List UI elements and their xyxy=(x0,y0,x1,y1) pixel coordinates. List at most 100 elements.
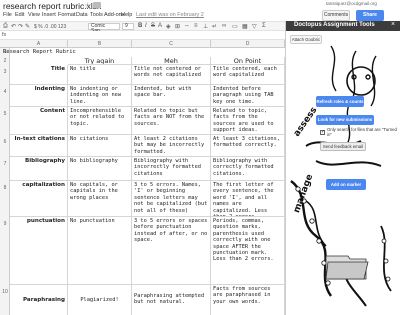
col-head-d[interactable]: D xyxy=(211,40,285,48)
rubric-cell[interactable]: Related to topic but facts are NOT from … xyxy=(132,107,211,135)
bold-icon[interactable]: B xyxy=(138,23,142,29)
doctopus-sidebar: Doctopus Assignment Tools × assess manag… xyxy=(285,21,400,315)
menu-view[interactable]: View xyxy=(28,12,40,18)
column-header-row: A B C D xyxy=(0,40,285,48)
star-icon[interactable]: ☆ xyxy=(84,1,91,10)
row-num[interactable]: 10 xyxy=(0,289,10,295)
menu-tools[interactable]: Tools xyxy=(90,12,103,18)
row-label-cell[interactable]: In-text citations xyxy=(10,135,68,157)
menu-edit[interactable]: Edit xyxy=(15,12,24,18)
col-head-b[interactable]: B xyxy=(68,40,132,48)
row-num[interactable]: 6 xyxy=(0,139,10,145)
comments-button[interactable]: Comments xyxy=(322,10,350,21)
col-head-c[interactable]: C xyxy=(132,40,211,48)
italic-icon[interactable]: I xyxy=(145,23,147,29)
octopus-illustration xyxy=(290,45,392,307)
fill-color-icon[interactable]: ◈ xyxy=(166,23,171,30)
rubric-cell[interactable]: 3 to 5 errors or spaces before punctuati… xyxy=(132,217,211,285)
row-label-cell[interactable]: Indenting xyxy=(10,85,68,107)
header-cell[interactable]: Meh xyxy=(132,57,211,65)
align-left-icon[interactable]: ≡ xyxy=(194,23,198,29)
refresh-roles-button[interactable]: Refresh roles & counts xyxy=(316,96,364,107)
rubric-cell[interactable]: Facts from sources are paraphrased in yo… xyxy=(211,285,285,315)
turned-in-label: Only search for files that are "Turned i… xyxy=(327,127,397,137)
formula-bar[interactable]: fx xyxy=(0,31,285,40)
paint-format-icon[interactable]: ✎ xyxy=(25,23,30,30)
header-cell[interactable]: On Point xyxy=(211,57,285,65)
menu-file[interactable]: File xyxy=(3,12,12,18)
last-edit-link[interactable]: Last edit was on February 2 xyxy=(136,12,204,18)
borders-icon[interactable]: ⊞ xyxy=(175,23,180,30)
row-label-cell[interactable]: punctuation xyxy=(10,217,68,285)
rubric-cell[interactable]: At least 3 citations, formatted correctl… xyxy=(211,135,285,157)
merge-icon[interactable]: ⇔ xyxy=(184,23,190,29)
menu-insert[interactable]: Insert xyxy=(42,12,56,18)
row-num[interactable]: 8 xyxy=(0,185,10,191)
row-num[interactable]: 9 xyxy=(0,221,10,227)
row-num[interactable]: 4 xyxy=(0,89,10,95)
close-icon[interactable]: × xyxy=(391,21,395,28)
rubric-cell[interactable]: The first letter of every sentence, the … xyxy=(211,181,285,217)
rubric-cell[interactable]: Title not centered or words not capitali… xyxy=(132,65,211,85)
col-head-a[interactable]: A xyxy=(10,40,68,48)
rubric-cell[interactable]: No capitals, or capitals in the wrong pl… xyxy=(68,181,132,217)
rubric-cell[interactable]: 3 to 5 errors. Names, 'I' or beginning s… xyxy=(132,181,211,217)
function-icon[interactable]: Σ xyxy=(262,23,266,29)
row-num[interactable]: 5 xyxy=(0,111,10,117)
rubric-cell[interactable]: Paraphrasing attempted but not natural. xyxy=(132,285,211,315)
rubric-cell[interactable]: No indenting or indenting on new line. xyxy=(68,85,132,107)
row-num[interactable]: 7 xyxy=(0,161,10,167)
rubric-cell[interactable]: No bibliography xyxy=(68,157,132,181)
strikethrough-icon[interactable]: S xyxy=(151,23,155,29)
row-num[interactable]: 2 xyxy=(0,58,10,64)
rubric-cell[interactable]: No title xyxy=(68,65,132,85)
rubric-cell[interactable]: Plagiarized! xyxy=(68,285,132,315)
rubric-cell[interactable]: Indented before paragraph using TAB key … xyxy=(211,85,285,107)
spreadsheet-grid[interactable]: A B C D 1 2 3 4 5 6 7 8 9 10 Research Re… xyxy=(0,40,285,315)
number-format[interactable]: $ % .0 .00 123 xyxy=(34,24,66,30)
rubric-cell[interactable]: Periods, commas, question marks, parenth… xyxy=(211,217,285,285)
folder-icon[interactable] xyxy=(93,2,101,8)
fx-icon: fx xyxy=(2,32,7,38)
text-color-icon[interactable]: A xyxy=(158,23,162,29)
menu-bar: File Edit View Insert Format Data Tools … xyxy=(0,12,300,21)
redo-icon[interactable]: ↷ xyxy=(18,23,23,30)
menu-data[interactable]: Data xyxy=(76,12,88,18)
add-marker-button[interactable]: Add on marker xyxy=(326,179,366,190)
valign-icon[interactable]: ⊥ xyxy=(203,23,208,30)
row-label-cell[interactable]: Content xyxy=(10,107,68,135)
wrap-icon[interactable]: ↵ xyxy=(212,23,217,30)
rubric-cell[interactable]: Indented, but with space bar. xyxy=(132,85,211,107)
user-email[interactable]: tanstiquez@ocdgmail.org xyxy=(326,1,377,6)
row-label-cell[interactable]: capitalization xyxy=(10,181,68,217)
rubric-cell[interactable]: No citations xyxy=(68,135,132,157)
print-icon[interactable]: ⎙ xyxy=(3,23,8,30)
row-num[interactable]: 3 xyxy=(0,69,10,75)
rubric-cell[interactable]: Incomprehensible or not related to topic… xyxy=(68,107,132,135)
filter-icon[interactable]: ▽ xyxy=(252,23,257,30)
row-label-cell[interactable]: Title xyxy=(10,65,68,85)
rubric-cell[interactable]: Bibliography with correctly formatted ci… xyxy=(211,157,285,181)
share-button[interactable]: Share xyxy=(356,10,384,21)
row-label-cell[interactable]: Paraphrasing xyxy=(10,285,68,315)
rubric-cell[interactable]: Bibliography with incorrectly formatted … xyxy=(132,157,211,181)
undo-icon[interactable]: ↶ xyxy=(11,23,16,30)
row-label-cell[interactable]: Bibliography xyxy=(10,157,68,181)
send-feedback-button[interactable]: Send feedback email xyxy=(320,142,366,151)
rubric-cell[interactable]: Title centered, each word capitalized xyxy=(211,65,285,85)
link-icon[interactable]: ∞ xyxy=(222,23,226,29)
chart-icon[interactable]: ▦ xyxy=(242,23,248,30)
sheet-title-cell[interactable]: Research Report Rubric xyxy=(3,49,76,55)
rubric-cell[interactable]: No punctuation xyxy=(68,217,132,285)
attach-goobric-button[interactable]: Attach Goobric xyxy=(290,35,322,44)
header-cell[interactable]: Try again xyxy=(68,57,132,65)
look-for-submissions-button[interactable]: Look for new submissions xyxy=(316,115,374,125)
turned-in-checkbox[interactable]: ✓ xyxy=(320,130,325,135)
menu-help[interactable]: Help xyxy=(121,12,132,18)
comment-icon[interactable]: ▭ xyxy=(232,23,238,30)
rubric-cell[interactable]: At least 2 citations but may be incorrec… xyxy=(132,135,211,157)
rubric-cell[interactable]: Related to topic, facts from the sources… xyxy=(211,107,285,135)
menu-format[interactable]: Format xyxy=(58,12,75,18)
font-select[interactable]: Comic San... xyxy=(88,23,120,34)
font-size-select[interactable]: 9 xyxy=(122,23,134,30)
